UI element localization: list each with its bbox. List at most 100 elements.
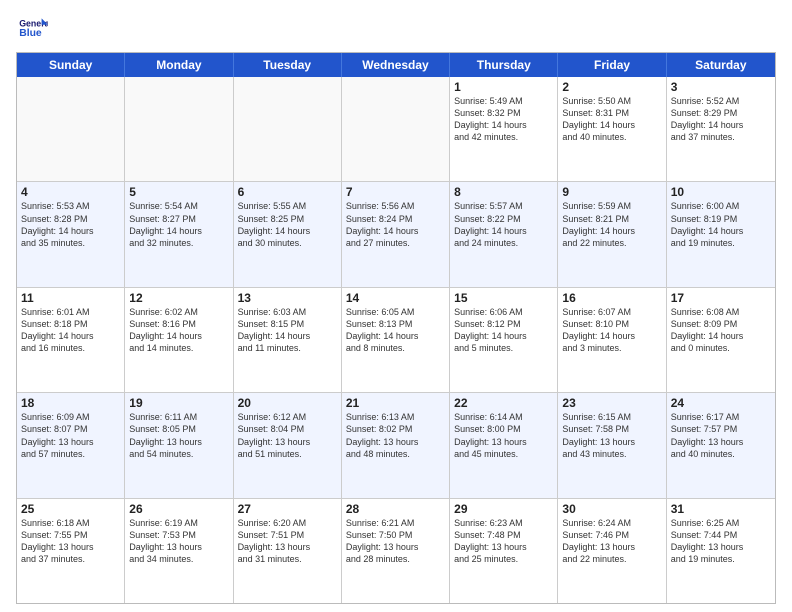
weekday-header-tuesday: Tuesday xyxy=(234,53,342,77)
day-cell-16: 16Sunrise: 6:07 AM Sunset: 8:10 PM Dayli… xyxy=(558,288,666,392)
day-number: 27 xyxy=(238,502,337,516)
day-info: Sunrise: 6:18 AM Sunset: 7:55 PM Dayligh… xyxy=(21,517,120,566)
day-number: 22 xyxy=(454,396,553,410)
day-cell-12: 12Sunrise: 6:02 AM Sunset: 8:16 PM Dayli… xyxy=(125,288,233,392)
day-info: Sunrise: 6:05 AM Sunset: 8:13 PM Dayligh… xyxy=(346,306,445,355)
day-number: 13 xyxy=(238,291,337,305)
empty-cell xyxy=(17,77,125,181)
day-cell-10: 10Sunrise: 6:00 AM Sunset: 8:19 PM Dayli… xyxy=(667,182,775,286)
day-number: 9 xyxy=(562,185,661,199)
day-number: 20 xyxy=(238,396,337,410)
day-info: Sunrise: 6:06 AM Sunset: 8:12 PM Dayligh… xyxy=(454,306,553,355)
day-info: Sunrise: 6:23 AM Sunset: 7:48 PM Dayligh… xyxy=(454,517,553,566)
logo-icon: General Blue xyxy=(16,12,48,44)
day-info: Sunrise: 5:49 AM Sunset: 8:32 PM Dayligh… xyxy=(454,95,553,144)
logo: General Blue xyxy=(16,12,48,44)
day-cell-31: 31Sunrise: 6:25 AM Sunset: 7:44 PM Dayli… xyxy=(667,499,775,603)
day-number: 10 xyxy=(671,185,771,199)
day-number: 19 xyxy=(129,396,228,410)
day-info: Sunrise: 5:53 AM Sunset: 8:28 PM Dayligh… xyxy=(21,200,120,249)
weekday-header-monday: Monday xyxy=(125,53,233,77)
day-info: Sunrise: 6:17 AM Sunset: 7:57 PM Dayligh… xyxy=(671,411,771,460)
day-info: Sunrise: 6:25 AM Sunset: 7:44 PM Dayligh… xyxy=(671,517,771,566)
day-number: 23 xyxy=(562,396,661,410)
day-info: Sunrise: 6:09 AM Sunset: 8:07 PM Dayligh… xyxy=(21,411,120,460)
day-info: Sunrise: 6:20 AM Sunset: 7:51 PM Dayligh… xyxy=(238,517,337,566)
day-info: Sunrise: 6:00 AM Sunset: 8:19 PM Dayligh… xyxy=(671,200,771,249)
day-info: Sunrise: 5:50 AM Sunset: 8:31 PM Dayligh… xyxy=(562,95,661,144)
day-cell-20: 20Sunrise: 6:12 AM Sunset: 8:04 PM Dayli… xyxy=(234,393,342,497)
day-cell-15: 15Sunrise: 6:06 AM Sunset: 8:12 PM Dayli… xyxy=(450,288,558,392)
day-cell-23: 23Sunrise: 6:15 AM Sunset: 7:58 PM Dayli… xyxy=(558,393,666,497)
day-number: 29 xyxy=(454,502,553,516)
day-info: Sunrise: 6:15 AM Sunset: 7:58 PM Dayligh… xyxy=(562,411,661,460)
day-cell-1: 1Sunrise: 5:49 AM Sunset: 8:32 PM Daylig… xyxy=(450,77,558,181)
weekday-header-friday: Friday xyxy=(558,53,666,77)
day-number: 2 xyxy=(562,80,661,94)
day-cell-9: 9Sunrise: 5:59 AM Sunset: 8:21 PM Daylig… xyxy=(558,182,666,286)
day-number: 31 xyxy=(671,502,771,516)
day-number: 17 xyxy=(671,291,771,305)
day-cell-30: 30Sunrise: 6:24 AM Sunset: 7:46 PM Dayli… xyxy=(558,499,666,603)
day-info: Sunrise: 6:14 AM Sunset: 8:00 PM Dayligh… xyxy=(454,411,553,460)
day-number: 6 xyxy=(238,185,337,199)
day-number: 25 xyxy=(21,502,120,516)
day-cell-24: 24Sunrise: 6:17 AM Sunset: 7:57 PM Dayli… xyxy=(667,393,775,497)
empty-cell xyxy=(234,77,342,181)
empty-cell xyxy=(342,77,450,181)
day-cell-17: 17Sunrise: 6:08 AM Sunset: 8:09 PM Dayli… xyxy=(667,288,775,392)
day-number: 18 xyxy=(21,396,120,410)
weekday-header-wednesday: Wednesday xyxy=(342,53,450,77)
calendar-header: SundayMondayTuesdayWednesdayThursdayFrid… xyxy=(17,53,775,77)
day-number: 26 xyxy=(129,502,228,516)
day-number: 16 xyxy=(562,291,661,305)
day-info: Sunrise: 6:24 AM Sunset: 7:46 PM Dayligh… xyxy=(562,517,661,566)
day-info: Sunrise: 6:08 AM Sunset: 8:09 PM Dayligh… xyxy=(671,306,771,355)
day-cell-2: 2Sunrise: 5:50 AM Sunset: 8:31 PM Daylig… xyxy=(558,77,666,181)
day-info: Sunrise: 6:07 AM Sunset: 8:10 PM Dayligh… xyxy=(562,306,661,355)
weekday-header-thursday: Thursday xyxy=(450,53,558,77)
day-info: Sunrise: 6:13 AM Sunset: 8:02 PM Dayligh… xyxy=(346,411,445,460)
day-number: 4 xyxy=(21,185,120,199)
empty-cell xyxy=(125,77,233,181)
day-number: 24 xyxy=(671,396,771,410)
day-cell-5: 5Sunrise: 5:54 AM Sunset: 8:27 PM Daylig… xyxy=(125,182,233,286)
day-info: Sunrise: 5:56 AM Sunset: 8:24 PM Dayligh… xyxy=(346,200,445,249)
day-info: Sunrise: 5:59 AM Sunset: 8:21 PM Dayligh… xyxy=(562,200,661,249)
day-info: Sunrise: 5:57 AM Sunset: 8:22 PM Dayligh… xyxy=(454,200,553,249)
day-info: Sunrise: 6:21 AM Sunset: 7:50 PM Dayligh… xyxy=(346,517,445,566)
day-number: 30 xyxy=(562,502,661,516)
day-number: 8 xyxy=(454,185,553,199)
day-number: 14 xyxy=(346,291,445,305)
day-info: Sunrise: 5:52 AM Sunset: 8:29 PM Dayligh… xyxy=(671,95,771,144)
day-number: 1 xyxy=(454,80,553,94)
calendar-row-5: 25Sunrise: 6:18 AM Sunset: 7:55 PM Dayli… xyxy=(17,498,775,603)
svg-text:Blue: Blue xyxy=(19,28,42,39)
day-cell-3: 3Sunrise: 5:52 AM Sunset: 8:29 PM Daylig… xyxy=(667,77,775,181)
header: General Blue xyxy=(16,12,776,44)
day-cell-4: 4Sunrise: 5:53 AM Sunset: 8:28 PM Daylig… xyxy=(17,182,125,286)
day-cell-14: 14Sunrise: 6:05 AM Sunset: 8:13 PM Dayli… xyxy=(342,288,450,392)
day-cell-25: 25Sunrise: 6:18 AM Sunset: 7:55 PM Dayli… xyxy=(17,499,125,603)
day-number: 3 xyxy=(671,80,771,94)
page: General Blue SundayMondayTuesdayWednesda… xyxy=(0,0,792,612)
calendar: SundayMondayTuesdayWednesdayThursdayFrid… xyxy=(16,52,776,604)
day-cell-26: 26Sunrise: 6:19 AM Sunset: 7:53 PM Dayli… xyxy=(125,499,233,603)
day-cell-11: 11Sunrise: 6:01 AM Sunset: 8:18 PM Dayli… xyxy=(17,288,125,392)
calendar-body: 1Sunrise: 5:49 AM Sunset: 8:32 PM Daylig… xyxy=(17,77,775,603)
day-info: Sunrise: 6:11 AM Sunset: 8:05 PM Dayligh… xyxy=(129,411,228,460)
weekday-header-saturday: Saturday xyxy=(667,53,775,77)
weekday-header-sunday: Sunday xyxy=(17,53,125,77)
day-cell-29: 29Sunrise: 6:23 AM Sunset: 7:48 PM Dayli… xyxy=(450,499,558,603)
day-number: 5 xyxy=(129,185,228,199)
day-info: Sunrise: 6:02 AM Sunset: 8:16 PM Dayligh… xyxy=(129,306,228,355)
day-number: 15 xyxy=(454,291,553,305)
day-cell-21: 21Sunrise: 6:13 AM Sunset: 8:02 PM Dayli… xyxy=(342,393,450,497)
day-number: 7 xyxy=(346,185,445,199)
day-cell-6: 6Sunrise: 5:55 AM Sunset: 8:25 PM Daylig… xyxy=(234,182,342,286)
day-cell-18: 18Sunrise: 6:09 AM Sunset: 8:07 PM Dayli… xyxy=(17,393,125,497)
day-info: Sunrise: 6:01 AM Sunset: 8:18 PM Dayligh… xyxy=(21,306,120,355)
day-info: Sunrise: 5:55 AM Sunset: 8:25 PM Dayligh… xyxy=(238,200,337,249)
calendar-row-3: 11Sunrise: 6:01 AM Sunset: 8:18 PM Dayli… xyxy=(17,287,775,392)
day-cell-27: 27Sunrise: 6:20 AM Sunset: 7:51 PM Dayli… xyxy=(234,499,342,603)
